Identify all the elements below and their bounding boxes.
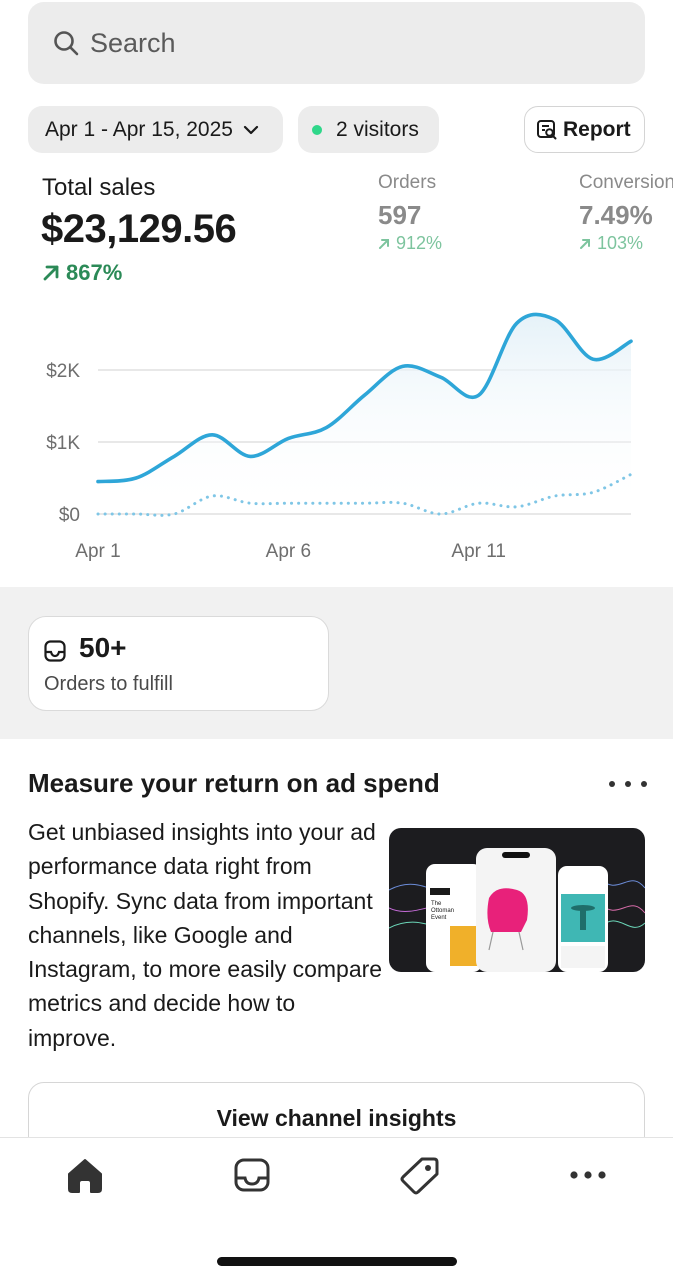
- more-options-button[interactable]: [609, 772, 647, 796]
- tab-products[interactable]: [390, 1152, 450, 1198]
- visitors-label: 2 visitors: [336, 117, 419, 141]
- tag-icon: [400, 1157, 439, 1195]
- orders-value: 597: [378, 200, 422, 230]
- conversion-label: Conversion rate: [579, 172, 673, 193]
- report-icon: [537, 119, 557, 139]
- phones-illustration: [389, 848, 645, 972]
- x-tick-label: Apr 1: [75, 541, 120, 562]
- more-icon: [570, 1171, 606, 1179]
- visitors-pill[interactable]: 2 visitors: [298, 106, 439, 153]
- live-indicator: [312, 124, 322, 135]
- orders-metric[interactable]: Orders 597 912%: [378, 172, 442, 254]
- orders-icon: [234, 1158, 270, 1192]
- more-dot: [641, 781, 647, 787]
- promo-image: The Ottoman Event: [389, 828, 645, 972]
- x-tick-label: Apr 6: [266, 541, 311, 562]
- report-label: Report: [563, 117, 631, 141]
- date-range-label: Apr 1 - Apr 15, 2025: [45, 117, 233, 141]
- search-input[interactable]: [90, 27, 590, 59]
- home-icon: [68, 1159, 102, 1193]
- more-dot: [625, 781, 631, 787]
- more-dot: [609, 781, 615, 787]
- arrow-up-right-icon: [43, 265, 59, 281]
- promo-image-caption: The Ottoman Event: [431, 901, 455, 921]
- home-indicator: [217, 1257, 457, 1266]
- y-tick-label: $1K: [46, 433, 80, 454]
- report-button[interactable]: Report: [524, 106, 645, 153]
- orders-to-fulfill-label: Orders to fulfill: [44, 673, 173, 695]
- orders-change: 912%: [378, 233, 442, 254]
- search-bar[interactable]: [28, 2, 645, 84]
- x-tick-label: Apr 11: [451, 541, 506, 562]
- orders-to-fulfill-card[interactable]: 50+ Orders to fulfill: [28, 616, 329, 711]
- total-sales-label: Total sales: [42, 174, 156, 201]
- conversion-change: 103%: [579, 233, 673, 254]
- orders-change-value: 912%: [396, 233, 443, 253]
- series-area: [98, 314, 631, 514]
- inbox-icon: [44, 640, 66, 662]
- tab-home[interactable]: [55, 1152, 115, 1198]
- date-range-picker[interactable]: Apr 1 - Apr 15, 2025: [28, 106, 283, 153]
- orders-label: Orders: [378, 172, 437, 193]
- conversion-change-value: 103%: [597, 233, 644, 253]
- arrow-up-right-icon: [379, 238, 389, 249]
- total-sales-value: $23,129.56: [41, 207, 237, 251]
- y-tick-label: $0: [59, 505, 80, 526]
- y-tick-label: $2K: [46, 361, 80, 382]
- search-icon: [54, 31, 79, 56]
- total-sales-change: 867%: [42, 260, 122, 286]
- promo-body: Get unbiased insights into your ad perfo…: [28, 819, 383, 1051]
- tab-more[interactable]: [558, 1152, 618, 1198]
- chevron-down-icon: [243, 125, 259, 134]
- total-sales-change-value: 867%: [66, 260, 123, 285]
- orders-to-fulfill-count: 50+: [79, 632, 127, 663]
- tab-orders[interactable]: [222, 1152, 282, 1198]
- conversion-value: 7.49%: [579, 200, 653, 230]
- sales-chart: $0 $1K $2K Apr 1 Apr 6 Apr 11: [46, 312, 633, 562]
- conversion-metric[interactable]: Conversion rate 7.49% 103%: [579, 172, 673, 254]
- arrow-up-right-icon: [580, 238, 590, 249]
- promo-title: Measure your return on ad spend: [28, 768, 440, 798]
